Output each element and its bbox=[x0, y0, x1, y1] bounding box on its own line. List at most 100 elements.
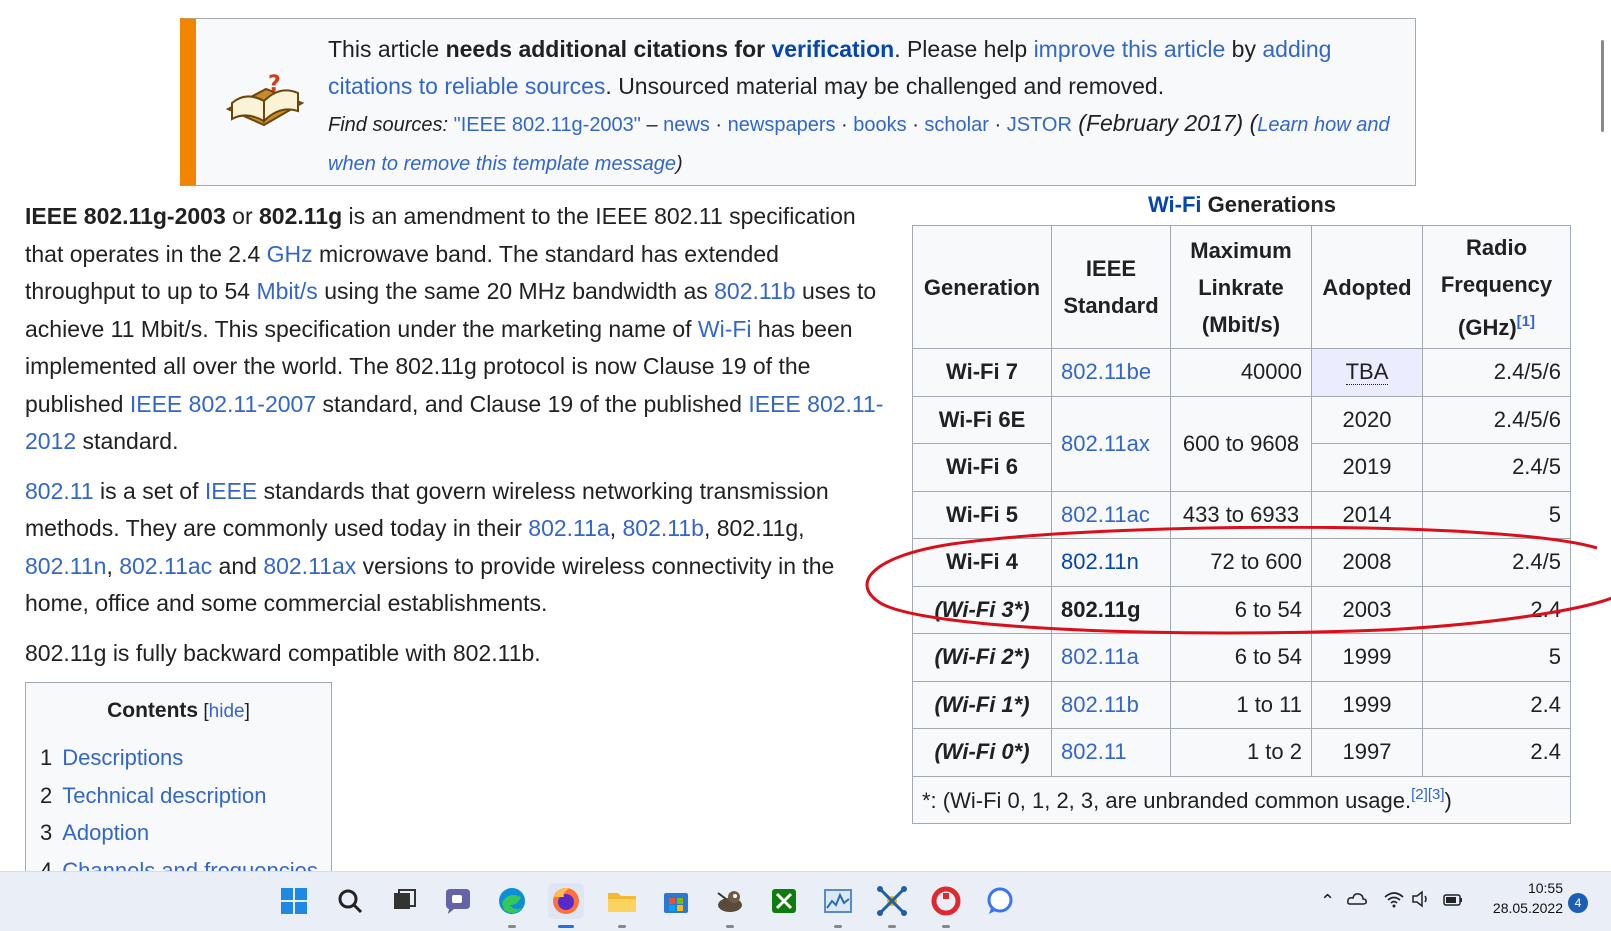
task-view-icon[interactable] bbox=[386, 883, 422, 919]
mbits-link[interactable]: Mbit/s bbox=[256, 278, 317, 304]
wifi-link[interactable]: Wi-Fi bbox=[698, 316, 752, 342]
standard-link[interactable]: 802.11ax bbox=[1061, 431, 1150, 456]
table-row: Wi-Fi 6E 802.11ax 600 to 9608 2020 2.4/5… bbox=[912, 395, 1571, 492]
banner-close-paren: ) bbox=[675, 153, 683, 175]
toc-link-adoption[interactable]: Adoption bbox=[62, 820, 149, 845]
firefox-icon[interactable] bbox=[548, 883, 584, 928]
verification-link[interactable]: verification bbox=[771, 36, 894, 62]
generation-cell: Wi-Fi 7 bbox=[912, 348, 1052, 397]
gimp-icon[interactable] bbox=[712, 883, 748, 928]
running-indicator bbox=[618, 925, 626, 928]
source-newspapers-link[interactable]: newspapers bbox=[728, 114, 836, 136]
teams-chat-icon[interactable] bbox=[440, 883, 476, 919]
toc-link-descriptions[interactable]: Descriptions bbox=[62, 745, 183, 770]
80211a-link[interactable]: 802.11a bbox=[528, 515, 609, 541]
80211ac-link[interactable]: 802.11ac bbox=[119, 553, 212, 579]
standard-cell: 802.11a bbox=[1051, 633, 1171, 682]
source-scholar-link[interactable]: scholar bbox=[924, 114, 988, 136]
performance-monitor-icon[interactable] bbox=[820, 883, 856, 928]
volume-icon[interactable] bbox=[1410, 888, 1432, 910]
adopted-cell: 2003 bbox=[1311, 585, 1423, 634]
standard-cell: 802.11ac bbox=[1051, 490, 1171, 539]
page-scrollbar[interactable] bbox=[1601, 40, 1604, 132]
windows-start-icon[interactable] bbox=[276, 883, 312, 919]
shopping-bag-icon bbox=[664, 893, 688, 913]
task-view-glyph-icon bbox=[394, 889, 416, 909]
standard-cell: 802.11ax bbox=[1051, 395, 1171, 492]
toc-link-technical-description[interactable]: Technical description bbox=[62, 783, 266, 808]
ref-link[interactable]: [3] bbox=[1428, 786, 1445, 803]
onedrive-cloud-icon[interactable] bbox=[1346, 888, 1368, 910]
system-clock[interactable]: 10:55 28.05.2022 bbox=[1481, 878, 1563, 918]
find-sources-line: Find sources: "IEEE 802.11g-2003" – news… bbox=[328, 110, 1390, 175]
standard-link[interactable]: 802.11 bbox=[1061, 739, 1127, 764]
file-explorer-icon[interactable] bbox=[604, 883, 640, 928]
banner-text: by bbox=[1225, 36, 1263, 62]
source-jstor-link[interactable]: JSTOR bbox=[1007, 114, 1072, 136]
header-standard: IEEE Standard bbox=[1051, 225, 1171, 349]
toc-item[interactable]: 2 Technical description bbox=[40, 777, 331, 815]
table-of-contents: Contents [hide] 1 Descriptions 2 Technical… bbox=[25, 682, 332, 883]
adopted-cell: 1997 bbox=[1311, 728, 1423, 777]
header-linkrate: Maximum Linkrate (Mbit/s) bbox=[1170, 225, 1312, 349]
80211b-link[interactable]: 802.11b bbox=[623, 515, 704, 541]
signal-icon[interactable] bbox=[982, 883, 1018, 919]
toc-item[interactable]: 3 Adoption bbox=[40, 814, 331, 852]
standard-link[interactable]: 802.11b bbox=[1061, 692, 1139, 717]
store-icon[interactable] bbox=[658, 883, 694, 919]
linkrate-cell: 600 to 9608 bbox=[1170, 395, 1312, 492]
linkrate-cell: 72 to 600 bbox=[1170, 538, 1312, 587]
find-query-link[interactable]: "IEEE 802.11g-2003" bbox=[454, 114, 641, 136]
toc-list: 1 Descriptions 2 Technical description 3 Ad… bbox=[40, 739, 331, 889]
signal-bubble-icon bbox=[987, 887, 1013, 914]
standard-link[interactable]: 802.11ac bbox=[1061, 502, 1150, 527]
80211-link[interactable]: 802.11 bbox=[25, 478, 94, 504]
table-row: Wi-Fi 7 802.11be 40000 TBA 2.4/5/6 bbox=[912, 348, 1571, 397]
frequency-cell: 2.4 bbox=[1422, 585, 1571, 634]
standard-link[interactable]: 802.11be bbox=[1061, 359, 1151, 384]
wifi-caption-link[interactable]: Wi-Fi bbox=[1148, 192, 1202, 217]
ieee-link[interactable]: IEEE bbox=[205, 478, 257, 504]
footnote-text: *: (Wi-Fi 0, 1, 2, 3, are unbranded comm… bbox=[922, 787, 1412, 813]
banner-bold-text: needs additional citations for bbox=[445, 36, 772, 62]
wifi-icon[interactable] bbox=[1383, 888, 1405, 910]
toc-hide-toggle[interactable]: hide bbox=[209, 701, 245, 722]
folder-icon bbox=[608, 893, 636, 912]
ref-link[interactable]: [1] bbox=[1517, 313, 1535, 330]
standard-link[interactable]: 802.11a bbox=[1061, 644, 1139, 669]
citation-needed-banner: ? This article needs additional citation… bbox=[180, 18, 1416, 186]
linkrate-cell: 433 to 6933 bbox=[1170, 490, 1312, 539]
banner-text: This article bbox=[328, 36, 446, 62]
linkrate-cell: 40000 bbox=[1170, 348, 1312, 397]
text: standard, and Clause 19 of the published bbox=[316, 390, 749, 417]
toc-item[interactable]: 1 Descriptions bbox=[40, 739, 331, 777]
source-news-link[interactable]: news bbox=[663, 114, 710, 136]
show-hidden-icons-chevron-icon[interactable]: ⌃ bbox=[1320, 891, 1335, 912]
battery-icon[interactable] bbox=[1442, 888, 1464, 910]
notification-badge[interactable]: 4 bbox=[1568, 893, 1588, 913]
table-row: (Wi-Fi 2*) 802.11a 6 to 54 1999 5 bbox=[912, 633, 1571, 682]
improve-article-link[interactable]: improve this article bbox=[1034, 36, 1226, 62]
80211n-link[interactable]: 802.11n bbox=[25, 553, 106, 579]
ghz-link[interactable]: GHz bbox=[267, 241, 313, 267]
book-question-icon: ? bbox=[225, 72, 305, 127]
separator: · bbox=[709, 114, 728, 136]
chat-bubble-icon bbox=[446, 889, 470, 914]
source-books-link[interactable]: books bbox=[853, 114, 906, 136]
table-footnote: *: (Wi-Fi 0, 1, 2, 3, are unbranded comm… bbox=[912, 775, 1571, 824]
standard-link[interactable]: 802.11n bbox=[1061, 549, 1139, 574]
adopted-cell: TBA bbox=[1311, 348, 1423, 397]
opera-icon[interactable] bbox=[928, 883, 964, 928]
xbox-icon[interactable] bbox=[766, 883, 802, 919]
ref-link[interactable]: [2] bbox=[1411, 786, 1428, 803]
tba-abbr: TBA bbox=[1345, 359, 1389, 386]
toc-number: 3 bbox=[40, 820, 53, 845]
80211ax-link[interactable]: 802.11ax bbox=[263, 553, 356, 579]
frequency-cell: 2.4/5 bbox=[1422, 443, 1571, 492]
ieee-2007-link[interactable]: IEEE 802.11-2007 bbox=[130, 391, 316, 417]
80211b-link[interactable]: 802.11b bbox=[714, 278, 795, 304]
edge-icon[interactable] bbox=[494, 883, 530, 928]
network-tool-icon[interactable] bbox=[874, 883, 910, 928]
adopted-cell: 2014 bbox=[1311, 490, 1423, 539]
search-icon[interactable] bbox=[332, 883, 368, 919]
